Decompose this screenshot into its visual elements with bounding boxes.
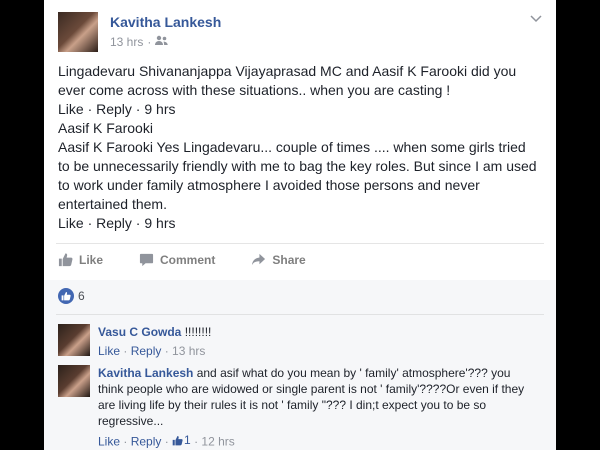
like-button[interactable]: Like (58, 252, 103, 267)
comment-likes[interactable]: 1 (172, 432, 191, 448)
comment-reply-link[interactable]: Reply (131, 344, 162, 358)
divider (56, 314, 544, 315)
thumbs-up-icon (58, 253, 73, 267)
comment-time[interactable]: 12 hrs (201, 435, 234, 449)
comment-like-link[interactable]: Like (98, 344, 120, 358)
author-avatar[interactable] (58, 12, 98, 52)
commenter-avatar[interactable] (58, 324, 90, 356)
post-text-line: Aasif K Farooki Yes Lingadevaru... coupl… (58, 139, 537, 212)
comment-icon (139, 253, 154, 267)
comment: Kavitha Lankesh and asif what do you mea… (58, 365, 528, 450)
post-meta: 13 hrs · (110, 35, 169, 49)
thumbs-up-icon (172, 435, 183, 445)
facebook-post-card: Kavitha Lankesh 13 hrs · Lingadevaru Shi… (44, 0, 556, 450)
comment-content: Kavitha Lankesh and asif what do you mea… (98, 365, 528, 450)
divider (56, 243, 544, 244)
commenter-avatar[interactable] (58, 365, 90, 397)
comment-like-count: 1 (184, 433, 191, 447)
comment-content: Vasu C Gowda !!!!!!!! Like · Reply · 13 … (98, 324, 528, 359)
like-reaction-icon (58, 288, 74, 304)
comment: Vasu C Gowda !!!!!!!! Like · Reply · 13 … (58, 324, 528, 359)
post-text-line: Like · Reply · 9 hrs (58, 101, 176, 117)
post-timestamp[interactable]: 13 hrs (110, 35, 143, 49)
post-text-line: Aasif K Farooki (58, 120, 153, 136)
reactions-summary[interactable]: 6 (58, 288, 85, 304)
post-author-name[interactable]: Kavitha Lankesh (110, 14, 221, 30)
comment-time[interactable]: 13 hrs (172, 344, 205, 358)
friends-icon[interactable] (155, 35, 169, 49)
post-text-line: Lingadevaru Shivananjappa Vijayaprasad M… (58, 63, 517, 98)
comment-actions: Like · Reply · 1 · 12 hrs (98, 432, 235, 449)
comment-like-link[interactable]: Like (98, 435, 120, 449)
meta-separator: · (147, 35, 152, 49)
comment-reply-link[interactable]: Reply (131, 435, 162, 449)
comment-actions: Like · Reply · 13 hrs (98, 344, 206, 358)
comment-author[interactable]: Vasu C Gowda (98, 325, 181, 339)
comments-section: 6 Vasu C Gowda !!!!!!!! Like · Reply · 1… (44, 280, 556, 450)
comment-label: Comment (160, 252, 216, 267)
post-body: Lingadevaru Shivananjappa Vijayaprasad M… (58, 62, 540, 233)
post-actions: Like Comment Share (58, 252, 306, 267)
comment-author[interactable]: Kavitha Lankesh (98, 366, 193, 380)
comment-button[interactable]: Comment (139, 252, 215, 267)
comment-text: !!!!!!!! (181, 325, 212, 339)
like-label: Like (79, 252, 104, 267)
share-arrow-icon (252, 253, 266, 266)
share-label: Share (272, 252, 306, 267)
chevron-down-icon[interactable] (530, 12, 542, 26)
reaction-count: 6 (78, 289, 85, 303)
post-text-line: Like · Reply · 9 hrs (58, 215, 176, 231)
post-header: Kavitha Lankesh 13 hrs · (58, 12, 542, 56)
share-button[interactable]: Share (251, 252, 306, 267)
